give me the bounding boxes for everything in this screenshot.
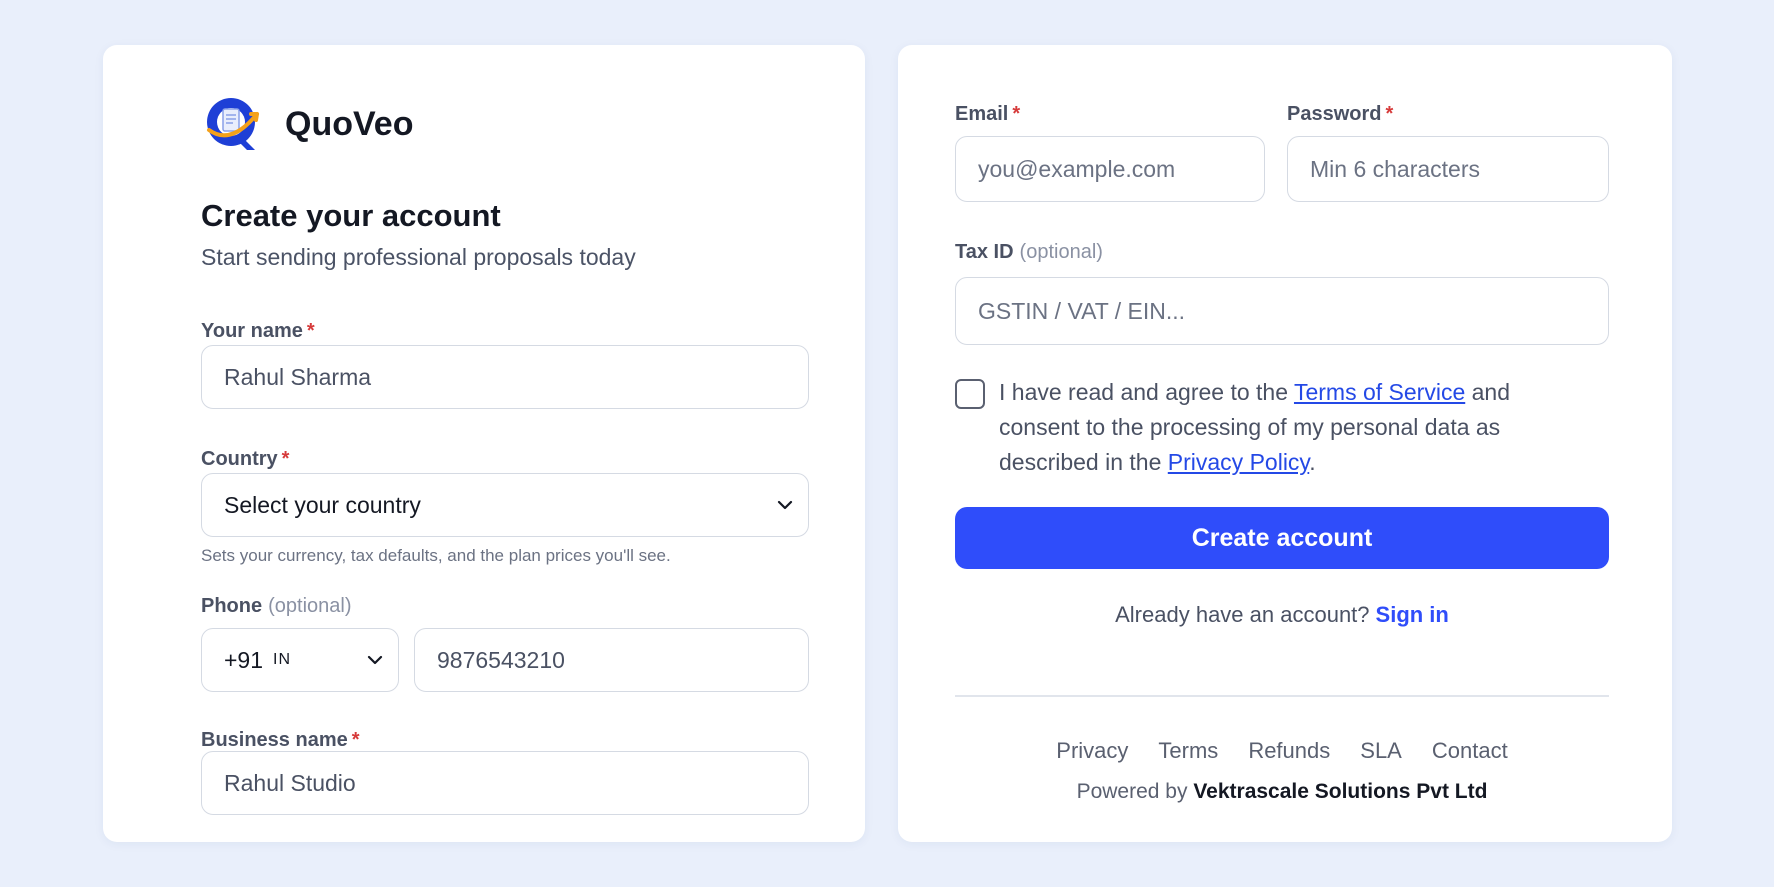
- required-mark: *: [281, 448, 290, 470]
- required-mark: *: [351, 729, 360, 751]
- tax-id-input[interactable]: GSTIN / VAT / EIN...: [955, 277, 1609, 345]
- consent-text: I have read and agree to the Terms of Se…: [999, 375, 1515, 480]
- email-label: Email *: [955, 103, 1020, 126]
- footer-links: Privacy Terms Refunds SLA Contact: [955, 738, 1609, 764]
- tax-id-label-text: Tax ID: [955, 241, 1014, 263]
- name-label: Your name *: [201, 320, 315, 343]
- privacy-policy-link[interactable]: Privacy Policy: [1168, 449, 1309, 475]
- phone-code: +91: [224, 646, 264, 673]
- password-label-text: Password: [1287, 103, 1382, 125]
- consent-text-part: I have read and agree to the: [999, 379, 1294, 405]
- company-name: Vektrascale Solutions Pvt Ltd: [1193, 780, 1488, 803]
- required-mark: *: [1385, 103, 1394, 125]
- footer-link-contact[interactable]: Contact: [1432, 738, 1508, 764]
- required-mark: *: [306, 320, 315, 342]
- signin-prompt: Already have an account?: [1115, 602, 1370, 627]
- phone-label: Phone (optional): [201, 595, 352, 618]
- country-label-text: Country: [201, 448, 278, 470]
- brand-name: QuoVeo: [285, 104, 414, 143]
- chevron-down-icon: [777, 500, 793, 510]
- consent-checkbox[interactable]: [955, 379, 985, 409]
- terms-of-service-link[interactable]: Terms of Service: [1294, 379, 1465, 405]
- email-placeholder: you@example.com: [978, 155, 1176, 182]
- country-label: Country *: [201, 448, 289, 471]
- business-name-input[interactable]: Rahul Studio: [201, 751, 809, 815]
- tax-id-label: Tax ID (optional): [955, 241, 1103, 264]
- tax-id-placeholder: GSTIN / VAT / EIN...: [978, 297, 1186, 324]
- quoveo-logo-icon: [207, 98, 259, 150]
- divider: [955, 695, 1609, 697]
- password-label: Password *: [1287, 103, 1393, 126]
- password-placeholder: Min 6 characters: [1310, 155, 1481, 182]
- footer-link-sla[interactable]: SLA: [1360, 738, 1402, 764]
- brand: QuoVeo: [201, 92, 413, 156]
- page-title: Create your account: [201, 198, 501, 233]
- name-input-value: Rahul Sharma: [224, 363, 372, 390]
- password-input[interactable]: Min 6 characters: [1287, 136, 1609, 202]
- footer-link-terms[interactable]: Terms: [1158, 738, 1218, 764]
- email-label-text: Email: [955, 103, 1009, 125]
- country-select[interactable]: Select your country: [201, 473, 809, 537]
- signup-card-left: QuoVeo Create your account Start sending…: [103, 45, 865, 842]
- country-hint: Sets your currency, tax defaults, and th…: [201, 546, 671, 565]
- email-input[interactable]: you@example.com: [955, 136, 1265, 202]
- business-label: Business name *: [201, 729, 360, 752]
- name-label-text: Your name: [201, 320, 303, 342]
- powered-by: Powered by Vektrascale Solutions Pvt Ltd: [955, 780, 1609, 804]
- country-select-value: Select your country: [224, 491, 421, 518]
- phone-region: IN: [273, 651, 292, 668]
- business-name-value: Rahul Studio: [224, 769, 356, 796]
- signup-card-right: Email * you@example.com Password * Min 6 c…: [898, 45, 1672, 842]
- page-subtitle: Start sending professional proposals tod…: [201, 244, 636, 270]
- business-label-text: Business name: [201, 729, 348, 751]
- optional-tag: (optional): [268, 595, 352, 617]
- sign-in-link[interactable]: Sign in: [1376, 602, 1449, 627]
- name-input[interactable]: Rahul Sharma: [201, 345, 809, 409]
- consent-text-part: .: [1309, 449, 1316, 475]
- optional-tag: (optional): [1019, 241, 1103, 263]
- footer-link-refunds[interactable]: Refunds: [1248, 738, 1330, 764]
- signin-row: Already have an account? Sign in: [955, 602, 1609, 628]
- phone-label-text: Phone: [201, 595, 263, 617]
- phone-input-value: 9876543210: [437, 646, 565, 673]
- phone-input[interactable]: 9876543210: [414, 628, 809, 692]
- required-mark: *: [1012, 103, 1021, 125]
- powered-prefix: Powered by: [1076, 780, 1188, 803]
- create-account-button[interactable]: Create account: [955, 507, 1609, 569]
- consent-row: I have read and agree to the Terms of Se…: [955, 375, 1515, 480]
- phone-country-code-select[interactable]: +91 IN: [201, 628, 399, 692]
- footer-link-privacy[interactable]: Privacy: [1056, 738, 1128, 764]
- chevron-down-icon: [367, 655, 383, 665]
